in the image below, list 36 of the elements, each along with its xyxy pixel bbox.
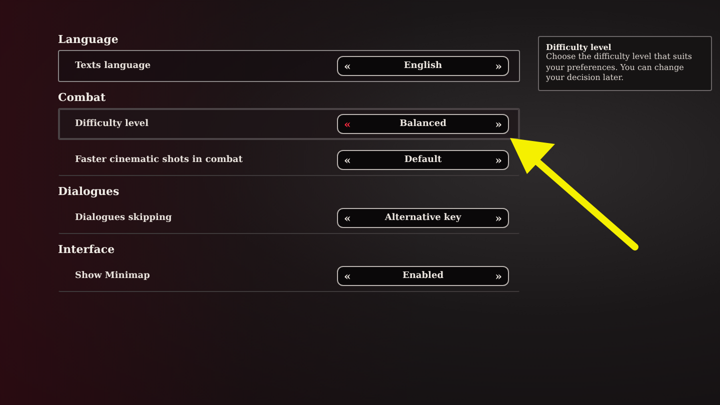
tooltip-text: Choose the difficulty level that suits your preferences. You can change your decision later.: [546, 52, 694, 84]
previous-option-button[interactable]: «: [344, 118, 351, 130]
section-heading: Combat: [58, 90, 107, 106]
next-option-button[interactable]: »: [495, 60, 502, 72]
setting-label: Show Minimap: [75, 271, 150, 281]
option-value: Alternative key: [384, 213, 462, 223]
setting-label: Texts language: [75, 61, 151, 71]
setting-label: Difficulty level: [75, 119, 149, 129]
previous-option-button[interactable]: «: [344, 60, 351, 72]
setting-row[interactable]: Dialogues skipping « Alternative key »: [58, 202, 520, 234]
option-value: English: [404, 61, 442, 71]
previous-option-button[interactable]: «: [344, 212, 351, 224]
previous-option-button[interactable]: «: [344, 154, 351, 166]
section-heading: Interface: [58, 242, 116, 258]
option-selector[interactable]: « Balanced »: [337, 114, 509, 134]
option-selector[interactable]: « Alternative key »: [337, 208, 509, 228]
section-heading: Language: [58, 32, 120, 48]
setting-row[interactable]: Texts language « English »: [58, 50, 520, 82]
next-option-button[interactable]: »: [495, 154, 502, 166]
previous-option-button[interactable]: «: [344, 270, 351, 282]
option-selector[interactable]: « English »: [337, 56, 509, 76]
section-heading: Dialogues: [58, 184, 120, 200]
option-selector[interactable]: « Enabled »: [337, 266, 509, 286]
setting-label: Dialogues skipping: [75, 213, 172, 223]
setting-row[interactable]: Difficulty level « Balanced »: [58, 108, 520, 140]
setting-label: Faster cinematic shots in combat: [75, 155, 243, 165]
option-value: Default: [404, 155, 442, 165]
setting-row[interactable]: Faster cinematic shots in combat « Default »: [58, 144, 520, 176]
next-option-button[interactable]: »: [495, 118, 502, 130]
tooltip-title: Difficulty level: [546, 42, 612, 52]
next-option-button[interactable]: »: [495, 270, 502, 282]
next-option-button[interactable]: »: [495, 212, 502, 224]
option-value: Balanced: [400, 119, 446, 129]
option-selector[interactable]: « Default »: [337, 150, 509, 170]
setting-row[interactable]: Show Minimap « Enabled »: [58, 260, 520, 292]
option-value: Enabled: [402, 271, 444, 281]
